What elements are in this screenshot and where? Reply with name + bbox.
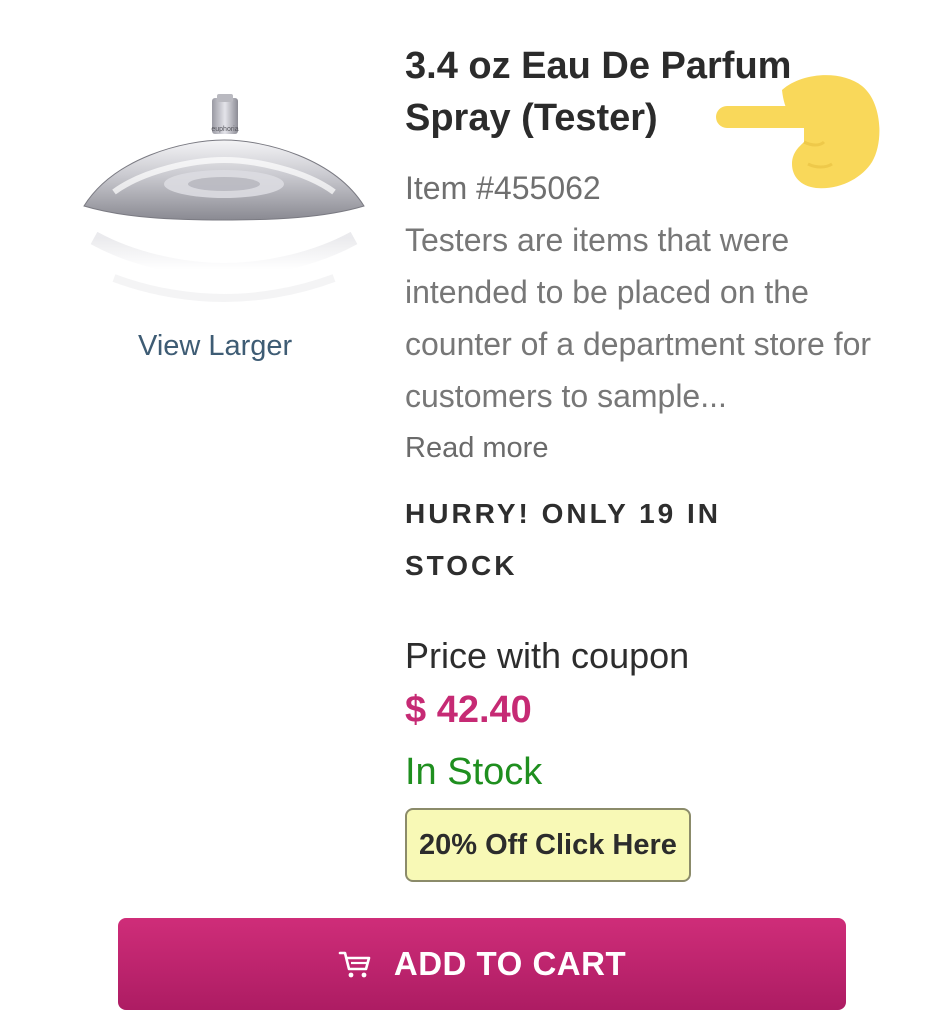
view-larger-link[interactable]: View Larger <box>138 330 292 363</box>
coupon-button[interactable]: 20% Off Click Here <box>405 808 691 882</box>
price-label: Price with coupon <box>405 635 690 676</box>
read-more-link[interactable]: Read more <box>405 422 548 474</box>
product-image[interactable]: euphoria <box>74 88 374 323</box>
price-value: $ 42.40 <box>405 689 532 731</box>
bottle-label: euphoria <box>211 126 238 133</box>
cart-icon <box>338 951 371 978</box>
item-number: Item #455062 <box>405 170 601 206</box>
product-description: Testers are items that were intended to … <box>405 222 872 414</box>
add-to-cart-label: ADD TO CART <box>393 945 627 982</box>
availability-status: In Stock <box>405 751 543 793</box>
add-to-cart-button[interactable]: ADD TO CART <box>118 918 846 1010</box>
product-title: 3.4 oz Eau De Parfum Spray (Tester) <box>405 45 792 139</box>
product-details: 3.4 oz Eau De Parfum Spray (Tester) Item… <box>405 40 905 882</box>
stock-warning: HURRY! ONLY 19 IN STOCK <box>405 498 722 581</box>
